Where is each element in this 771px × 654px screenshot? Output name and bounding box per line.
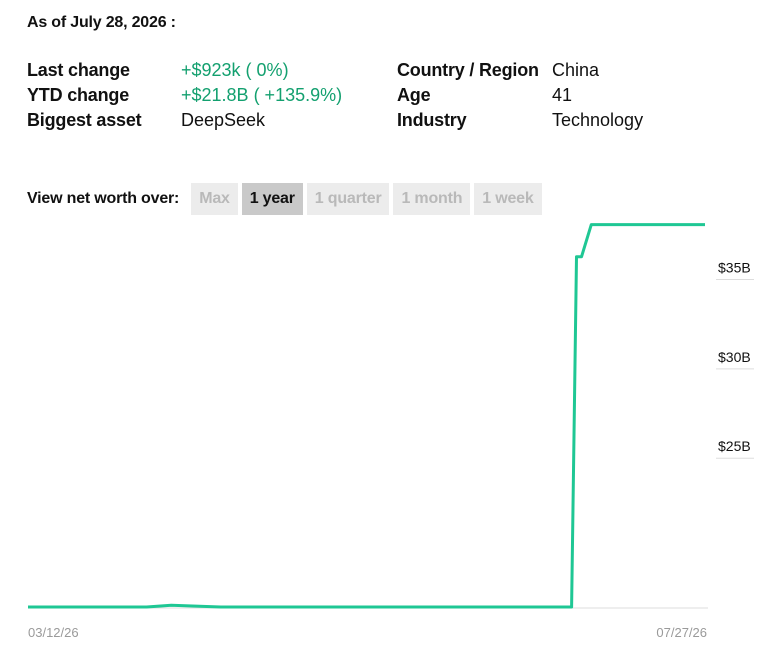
x-tick-label-end: 07/27/26: [656, 625, 707, 640]
net-worth-chart: $35B $30B $25B 03/12/26 07/27/26: [28, 223, 754, 640]
y-tick-label: $35B: [718, 260, 751, 276]
y-tick-label: $25B: [718, 438, 751, 454]
y-tick-label: $30B: [718, 349, 751, 365]
x-tick-label-start: 03/12/26: [28, 625, 79, 640]
y-axis: $35B $30B $25B: [716, 260, 754, 459]
net-worth-series-line: [28, 223, 705, 609]
